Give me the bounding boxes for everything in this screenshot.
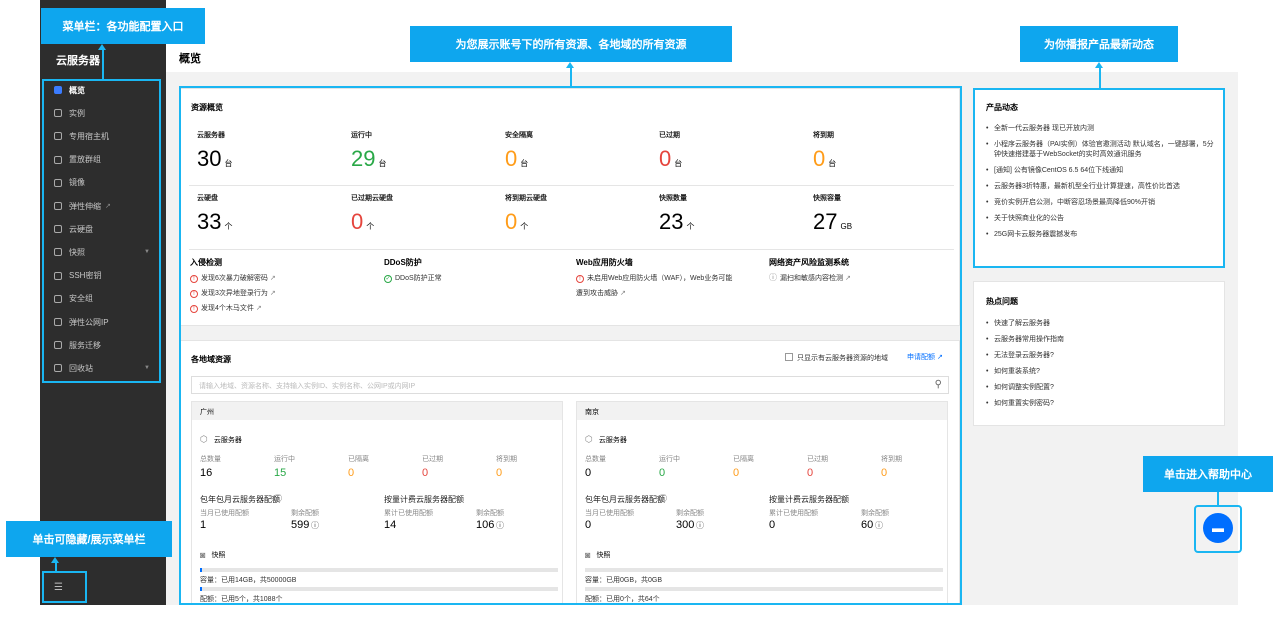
- faq-item[interactable]: 如何重置实例密码?: [986, 399, 1216, 409]
- faq-item[interactable]: 如何重装系统?: [986, 367, 1216, 377]
- tip-arrow-head: [98, 44, 106, 50]
- news-list: 全新一代云服务器 现已开放内测小程序云服务器（PAI实例）体验官邀测活动 默认域…: [986, 124, 1216, 246]
- news-item[interactable]: 25G网卡云服务器震撼发布: [986, 230, 1216, 240]
- news-item[interactable]: 云服务器3折特惠，最新机型全行业计算提速，高性价比首选: [986, 182, 1216, 192]
- menu-highlight-box: [42, 79, 161, 383]
- faq-item[interactable]: 快速了解云服务器: [986, 319, 1216, 329]
- menu-bar-tip: 菜单栏：各功能配置入口: [41, 8, 205, 44]
- sidebar-title: 云服务器: [56, 55, 100, 67]
- faq-title: 热点问题: [986, 297, 1018, 306]
- help-tip: 单击进入帮助中心: [1143, 456, 1273, 492]
- page-title: 概览: [179, 53, 201, 65]
- overview-tip: 为您展示账号下的所有资源、各地域的所有资源: [410, 26, 732, 62]
- chat-icon: ▬: [1212, 521, 1224, 535]
- news-item[interactable]: [通知] 公有镜像CentOS 6.5 64位下线通知: [986, 166, 1216, 176]
- tip-arrow: [1099, 68, 1101, 88]
- news-title: 产品动态: [986, 103, 1018, 112]
- tip-arrow: [102, 50, 104, 79]
- tip-arrow: [570, 68, 572, 86]
- tip-arrow-head: [51, 557, 59, 563]
- faq-list: 快速了解云服务器云服务器常用操作指南无法登录云服务器? 如何重装系统? 如何调整实例…: [986, 319, 1216, 415]
- tip-arrow-head: [1095, 62, 1103, 68]
- news-item[interactable]: 关于快照商业化的公告: [986, 214, 1216, 224]
- faq-item[interactable]: 无法登录云服务器?: [986, 351, 1216, 361]
- toggle-menu-tip: 单击可隐藏/展示菜单栏: [6, 521, 172, 557]
- help-center-button[interactable]: ▬: [1203, 513, 1233, 543]
- news-item[interactable]: 全新一代云服务器 现已开放内测: [986, 124, 1216, 134]
- collapse-menu-highlight: [42, 571, 87, 603]
- news-item[interactable]: 小程序云服务器（PAI实例）体验官邀测活动 默认域名，一键部署，5分钟快速搭建基…: [986, 140, 1216, 160]
- tip-arrow: [55, 563, 57, 571]
- news-item[interactable]: 竞价实例开启公测，中断容忍场景最高降低90%开销: [986, 198, 1216, 208]
- overview-highlight-box: [179, 86, 962, 605]
- tip-arrow: [1217, 492, 1219, 505]
- news-tip: 为你播报产品最新动态: [1020, 26, 1178, 62]
- faq-item[interactable]: 如何调整实例配置?: [986, 383, 1216, 393]
- faq-item[interactable]: 云服务器常用操作指南: [986, 335, 1216, 345]
- collapse-menu-icon[interactable]: ☰: [54, 582, 63, 593]
- tip-arrow-head: [566, 62, 574, 68]
